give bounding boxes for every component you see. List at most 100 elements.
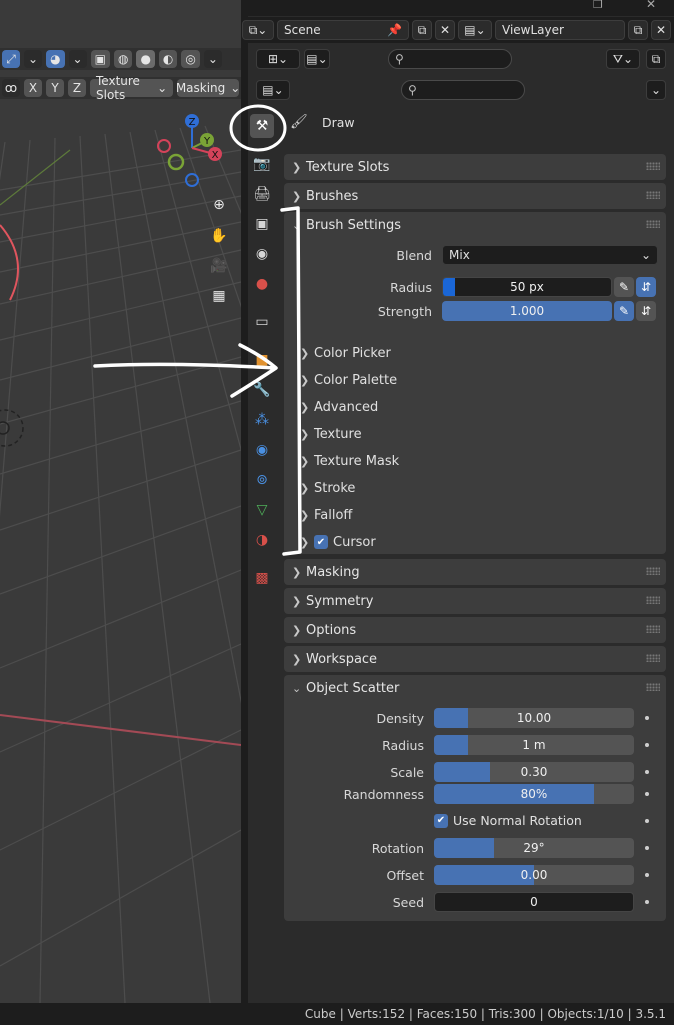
overlay-icon[interactable]: ◕ [46, 50, 65, 68]
seed-field[interactable]: 0 [434, 892, 634, 912]
filter-icon[interactable]: ⛛⌄ [606, 49, 640, 69]
drag-handle-icon[interactable] [646, 683, 660, 691]
select-mode-icon[interactable]: ⤢ [2, 50, 20, 68]
output-tab-icon[interactable]: 🖨 [250, 182, 274, 206]
chevron-down-icon[interactable]: ⌄ [203, 50, 222, 68]
rotation-slider[interactable]: 29° [434, 838, 634, 858]
strength-unit-icon[interactable]: ⇵ [636, 301, 656, 321]
texture-tab-icon[interactable]: ▩ [250, 566, 274, 590]
modifier-tab-icon[interactable]: 🔧 [250, 378, 274, 402]
panel-workspace[interactable]: ❯ Workspace [284, 646, 666, 672]
particles-tab-icon[interactable]: ⁂ [250, 408, 274, 432]
constraints-tab-icon[interactable]: ⊚ [250, 468, 274, 492]
strength-slider[interactable]: 1.000 [442, 301, 612, 321]
material-shading-icon[interactable]: ◐ [158, 50, 178, 68]
perspective-grid-icon[interactable]: ▦ [208, 285, 230, 307]
drag-handle-icon[interactable] [646, 162, 660, 170]
scene-tab-icon[interactable]: ◉ [250, 242, 274, 266]
drag-handle-icon[interactable] [646, 220, 660, 228]
scatter-radius-slider[interactable]: 1 m [434, 735, 634, 755]
chevron-down-icon[interactable]: ⌄ [24, 50, 43, 68]
navigation-gizmo[interactable]: Z Y X [150, 108, 230, 192]
material-tab-icon[interactable]: ◑ [250, 528, 274, 552]
view-layer-tab-icon[interactable]: ▣ [250, 212, 274, 236]
pen-pressure-icon[interactable]: ✎ [614, 277, 634, 297]
panel-symmetry[interactable]: ❯ Symmetry [284, 588, 666, 614]
keyframe-dot-icon[interactable] [645, 792, 649, 796]
drag-handle-icon[interactable] [646, 596, 660, 604]
drag-handle-icon[interactable] [646, 191, 660, 199]
blend-dropdown[interactable]: Mix ⌄ [442, 245, 658, 265]
outliner-display-mode-icon[interactable]: ⊞⌄ [256, 49, 300, 69]
remove-viewlayer-icon[interactable]: ✕ [651, 20, 671, 40]
subpanel-texture-mask[interactable]: ❯ Texture Mask [300, 450, 660, 472]
subpanel-color-picker[interactable]: ❯ Color Picker [300, 342, 660, 364]
area-divider[interactable] [241, 0, 248, 1003]
subpanel-falloff[interactable]: ❯ Falloff [300, 504, 660, 526]
subpanel-advanced[interactable]: ❯ Advanced [300, 396, 660, 418]
scale-slider[interactable]: 0.30 [434, 762, 634, 782]
physics-tab-icon[interactable]: ◉ [250, 438, 274, 462]
view-filter-icon[interactable]: ▤⌄ [304, 49, 330, 69]
scene-field[interactable]: Scene 📌 [277, 20, 409, 40]
keyframe-dot-icon[interactable] [645, 743, 649, 747]
keyframe-dot-icon[interactable] [645, 716, 649, 720]
restore-icon[interactable]: ❐ [593, 0, 603, 11]
keyframe-dot-icon[interactable] [645, 819, 649, 823]
properties-search-input[interactable]: ⚲ [401, 80, 525, 100]
subpanel-stroke[interactable]: ❯ Stroke [300, 477, 660, 499]
new-scene-icon[interactable]: ⧉ [412, 20, 432, 40]
unlink-scene-icon[interactable]: ✕ [435, 20, 455, 40]
world-tab-icon[interactable]: ● [250, 272, 274, 296]
pen-pressure-icon[interactable]: ✎ [614, 301, 634, 321]
axis-y-toggle[interactable]: Y [46, 79, 64, 97]
tool-tab-icon[interactable]: ⚒ [250, 114, 274, 138]
data-tab-icon[interactable]: ▽ [250, 498, 274, 522]
drag-handle-icon[interactable] [646, 654, 660, 662]
chevron-down-icon[interactable]: ⌄ [646, 80, 666, 100]
object-tab-icon[interactable]: ■ [250, 348, 274, 372]
rendered-shading-icon[interactable]: ◎ [181, 50, 200, 68]
keyframe-dot-icon[interactable] [645, 846, 649, 850]
scene-selector-icon[interactable]: ⧉⌄ [242, 20, 274, 40]
keyframe-dot-icon[interactable] [645, 770, 649, 774]
use-normal-rotation-checkbox[interactable]: ✔ Use Normal Rotation [434, 813, 582, 828]
render-tab-icon[interactable]: 📷 [250, 152, 274, 176]
new-collection-icon[interactable]: ⧉ [646, 49, 666, 69]
cursor-checkbox[interactable]: ✔ [314, 535, 328, 549]
viewlayer-field[interactable]: ViewLayer [495, 20, 625, 40]
pan-hand-icon[interactable]: ✋ [208, 225, 230, 247]
close-icon[interactable]: ✕ [646, 0, 656, 11]
camera-icon[interactable]: 🎥 [208, 255, 230, 277]
outliner-search-input[interactable]: ⚲ [388, 49, 512, 69]
pin-icon[interactable]: 📌 [387, 23, 402, 37]
subpanel-cursor[interactable]: ❯ ✔ Cursor [300, 531, 660, 553]
subpanel-color-palette[interactable]: ❯ Color Palette [300, 369, 660, 391]
zoom-icon[interactable]: ⊕ [208, 194, 230, 216]
radius-unit-icon[interactable]: ⇵ [636, 277, 656, 297]
chevron-down-icon[interactable]: ⌄ [68, 50, 87, 68]
solid-shading-icon[interactable]: ● [136, 50, 155, 68]
viewlayer-selector-icon[interactable]: ▤⌄ [458, 20, 492, 40]
drag-handle-icon[interactable] [646, 567, 660, 575]
axis-x-toggle[interactable]: X [24, 79, 42, 97]
editor-type-icon[interactable]: ▤⌄ [256, 80, 290, 100]
density-slider[interactable]: 10.00 [434, 708, 634, 728]
panel-brushes[interactable]: ❯ Brushes [284, 183, 666, 209]
object-scatter-header[interactable]: ⌄ Object Scatter [284, 675, 666, 701]
keyframe-dot-icon[interactable] [645, 900, 649, 904]
brush-settings-header[interactable]: ⌄ Brush Settings [284, 212, 666, 238]
collection-tab-icon[interactable]: ▭ [250, 310, 274, 334]
radius-slider[interactable]: 50 px [442, 277, 612, 297]
panel-texture-slots[interactable]: ❯ Texture Slots [284, 154, 666, 180]
drag-handle-icon[interactable] [646, 625, 660, 633]
xray-icon[interactable]: ▣ [90, 50, 110, 68]
offset-slider[interactable]: 0.00 [434, 865, 634, 885]
new-viewlayer-icon[interactable]: ⧉ [628, 20, 648, 40]
axis-z-toggle[interactable]: Z [68, 79, 86, 97]
panel-options[interactable]: ❯ Options [284, 617, 666, 643]
panel-masking[interactable]: ❯ Masking [284, 559, 666, 585]
keyframe-dot-icon[interactable] [645, 873, 649, 877]
masking-dropdown[interactable]: Masking ⌄ [176, 79, 240, 97]
3d-viewport[interactable]: ⤢ ⌄ ◕ ⌄ ▣ ◍ ● ◐ ◎ ⌄ ꝏ X Y Z Texture Slot… [0, 0, 241, 1003]
